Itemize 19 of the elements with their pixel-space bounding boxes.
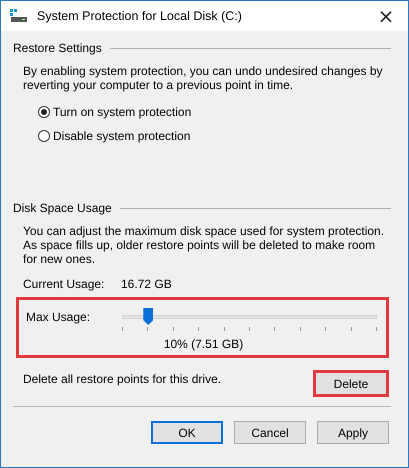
dialog-button[interactable]: Cancel xyxy=(234,421,306,444)
close-button[interactable]: × xyxy=(364,1,408,31)
radio-option[interactable]: Turn on system protection xyxy=(38,105,192,119)
dialog-button[interactable]: OK xyxy=(151,421,223,444)
description-text: You can adjust the maximum disk space used for system protection. As space fills up, older restore points will be deleted to make room for new ones. xyxy=(23,224,386,266)
delete-description: Delete all restore points for this drive. xyxy=(23,372,222,386)
field-label: Current Usage: xyxy=(23,277,106,291)
drive-icon xyxy=(10,9,28,23)
group-heading: Restore Settings xyxy=(13,41,102,55)
window-title: System Protection for Local Disk (C:) xyxy=(37,9,243,23)
delete-button[interactable]: Delete xyxy=(313,370,389,397)
group-heading: Disk Space Usage xyxy=(13,201,112,215)
usage-value: 16.72 GB xyxy=(121,277,172,291)
dialog-button[interactable]: Apply xyxy=(317,421,389,444)
usage-reading: 10% (7.51 GB) xyxy=(162,337,244,351)
usage-slider[interactable] xyxy=(122,309,379,331)
description-text: By enabling system protection, you can undo undesired changes by reverting your computer to a previous point in time. xyxy=(23,64,384,92)
radio-option[interactable]: Disable system protection xyxy=(38,129,190,143)
field-label: Max Usage: xyxy=(26,309,92,324)
